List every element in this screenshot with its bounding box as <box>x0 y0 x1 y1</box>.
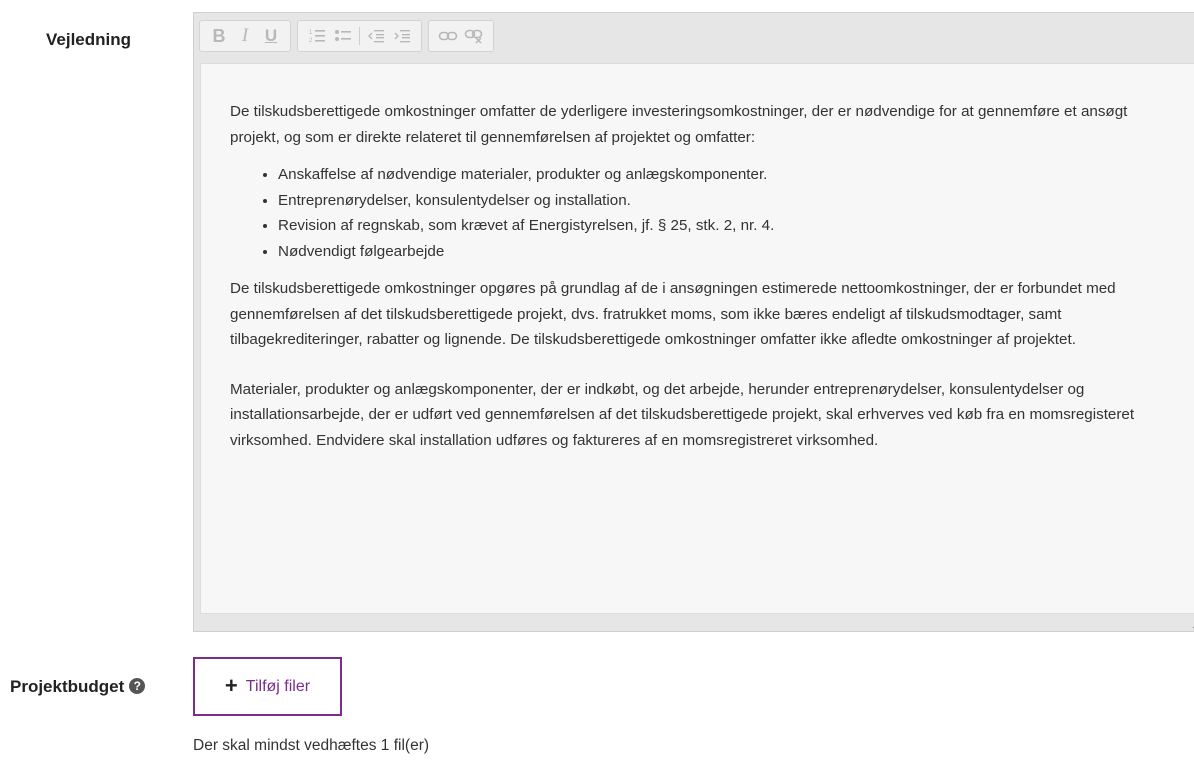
guidance-paragraph: De tilskudsberettigede omkostninger opgø… <box>230 280 1116 348</box>
indent-button[interactable] <box>389 23 415 49</box>
indent-icon <box>394 30 410 43</box>
list-group: 1 2 <box>297 20 422 52</box>
guidance-text: De tilskudsberettigede omkostninger omfa… <box>230 99 1180 453</box>
list-item: Entreprenørydelser, konsulentydelser og … <box>278 188 1180 214</box>
svg-text:2: 2 <box>309 38 313 44</box>
format-group: B I U <box>199 20 291 52</box>
svg-text:1: 1 <box>309 30 313 36</box>
italic-icon: I <box>241 25 249 46</box>
ordered-list-button[interactable]: 1 2 <box>304 23 330 49</box>
ordered-list-icon: 1 2 <box>309 30 325 44</box>
add-files-button[interactable]: + Tilføj filer <box>193 657 342 716</box>
add-files-label: Tilføj filer <box>245 677 311 695</box>
rich-text-editor: B I U 1 2 De tilskudsberettigede omkostn… <box>193 12 1194 632</box>
bold-icon: B <box>212 25 226 46</box>
guidance-paragraph: Materialer, produkter og anlægskomponent… <box>230 380 1135 449</box>
budget-label: Projektbudget <box>10 677 125 696</box>
guidance-paragraph: De tilskudsberettigede omkostninger omfa… <box>230 103 1128 146</box>
link-button[interactable] <box>435 23 461 49</box>
underline-icon: U <box>264 26 278 45</box>
italic-button[interactable]: I <box>232 23 258 49</box>
bullet-list-button[interactable] <box>330 23 356 49</box>
help-circle-icon[interactable]: ? <box>129 678 146 694</box>
underline-button[interactable]: U <box>258 23 284 49</box>
list-item: Revision af regnskab, som krævet af Ener… <box>278 213 1180 239</box>
bold-button[interactable]: B <box>206 23 232 49</box>
list-item: Nødvendigt følgearbejde <box>278 239 1180 265</box>
outdent-icon <box>368 30 384 43</box>
plus-icon: + <box>224 672 238 698</box>
resize-handle-icon[interactable] <box>1190 619 1194 629</box>
outdent-button[interactable] <box>363 23 389 49</box>
file-requirement-hint: Der skal mindst vedhæftes 1 fil(er) <box>193 737 430 754</box>
guidance-bullet-list: Anskaffelse af nødvendige materialer, pr… <box>230 162 1180 264</box>
list-item: Anskaffelse af nødvendige materialer, pr… <box>278 162 1180 188</box>
guidance-label: Vejledning <box>46 30 132 49</box>
budget-label-row: Projektbudget ? <box>10 677 146 697</box>
toolbar-separator <box>359 27 360 45</box>
unlink-icon <box>464 29 483 44</box>
editor-toolbar: B I U 1 2 <box>199 18 494 54</box>
page: Vejledning B I U 1 2 De tilskudsberettig… <box>0 0 1194 778</box>
bullet-list-icon <box>335 30 351 41</box>
editor-content[interactable]: De tilskudsberettigede omkostninger omfa… <box>200 63 1194 614</box>
link-group <box>428 20 494 52</box>
link-icon <box>438 31 458 41</box>
unlink-button[interactable] <box>461 23 487 49</box>
